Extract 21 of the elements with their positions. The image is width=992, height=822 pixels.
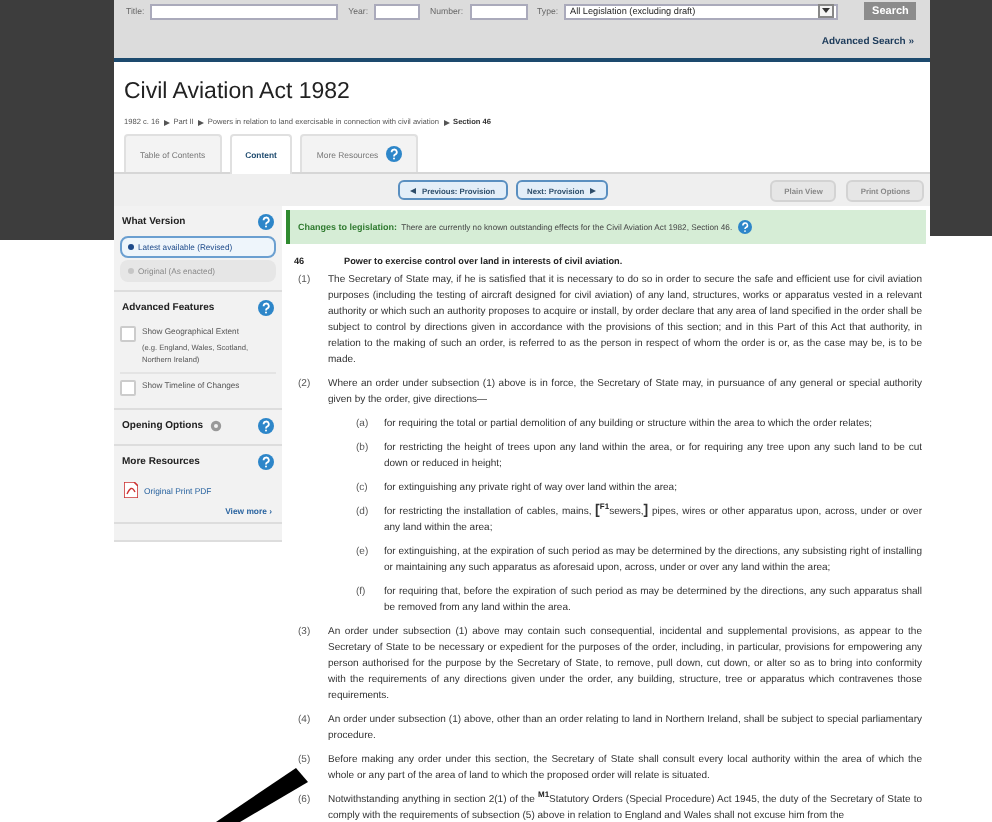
input-field[interactable]: [374, 3, 421, 19]
help-icon: [386, 146, 403, 162]
gear-icon: [209, 420, 222, 432]
breadcrumb-arrow-icon: [443, 119, 450, 125]
checkbox[interactable]: [120, 380, 136, 396]
help-icon: [258, 300, 274, 316]
help-icon: [738, 220, 753, 234]
page-title: Civil Aviation Act 1982: [122, 78, 352, 106]
help-icon: [258, 418, 274, 434]
right-arrow-icon: [590, 187, 597, 193]
input-field[interactable]: [469, 3, 528, 19]
help-icon: [258, 454, 274, 470]
breadcrumb-arrow-icon: [163, 119, 170, 125]
breadcrumb-arrow-icon: [197, 119, 204, 125]
help-icon: [258, 214, 274, 230]
checkbox[interactable]: [120, 326, 136, 342]
annotation-stroke: [216, 764, 308, 822]
pdf-icon: [124, 482, 138, 498]
input-field[interactable]: [150, 3, 339, 19]
caret-icon: [822, 8, 831, 14]
left-arrow-icon: [410, 187, 416, 193]
